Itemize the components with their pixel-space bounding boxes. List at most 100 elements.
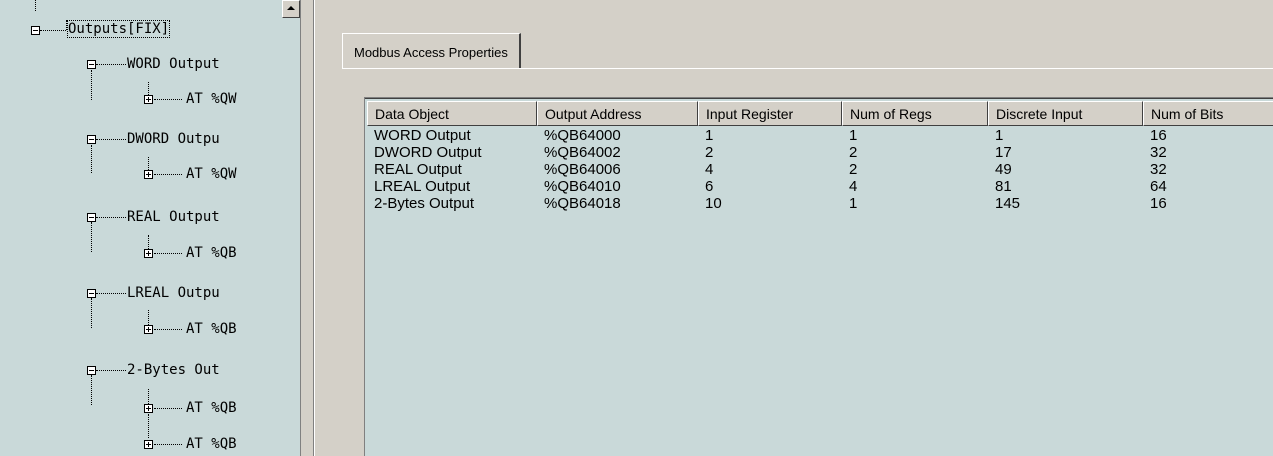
collapse-icon[interactable] [87, 213, 96, 222]
cell-discrete-input: 49 [995, 161, 1012, 178]
tree-connector [96, 293, 126, 294]
tree-node-label: Outputs[FIX] [66, 20, 171, 38]
tree-node-label: AT %QB [186, 436, 237, 452]
collapse-icon[interactable] [87, 60, 96, 69]
tree-connector [96, 139, 126, 140]
tree-node-dword-output[interactable]: DWORD Outpu [127, 127, 220, 151]
tree-scrollbar[interactable] [282, 0, 300, 456]
tree-guide-line [66, 20, 67, 30]
tree-node-at-qb[interactable]: AT %QB [186, 241, 237, 265]
tree-guide-line [148, 82, 149, 95]
tree-guide-line [148, 389, 149, 404]
column-header-discrete-input[interactable]: Discrete Input [988, 101, 1143, 126]
tree-connector [154, 99, 182, 100]
modbus-table[interactable]: Data Object Output Address Input Registe… [364, 97, 1273, 456]
collapse-icon[interactable] [31, 26, 40, 35]
column-header-num-of-bits[interactable]: Num of Bits [1143, 101, 1273, 126]
tree-node-at-qb[interactable]: AT %QB [186, 317, 237, 341]
tree-node-label: AT %QB [186, 400, 237, 416]
cell-data-object: DWORD Output [374, 144, 482, 161]
cell-num-of-regs: 2 [849, 144, 858, 161]
cell-num-of-bits: 32 [1150, 161, 1167, 178]
scroll-up-button[interactable] [282, 0, 300, 18]
cell-num-of-regs: 2 [849, 161, 858, 178]
expand-icon[interactable] [144, 325, 153, 334]
cell-output-address: %QB64010 [544, 178, 621, 195]
tree-node-label: DWORD Outpu [127, 131, 220, 147]
cell-output-address: %QB64006 [544, 161, 621, 178]
tree-connector [154, 444, 182, 445]
tab-label: Modbus Access Properties [354, 45, 508, 60]
tree-guide-line [35, 0, 36, 11]
tree-node-label: LREAL Outpu [127, 285, 220, 301]
tree-node-at-qb[interactable]: AT %QB [186, 432, 237, 456]
cell-input-register: 1 [705, 127, 714, 144]
column-header-input-register[interactable]: Input Register [698, 101, 842, 126]
tree-node-lreal-output[interactable]: LREAL Outpu [127, 281, 220, 305]
tree-node-label: 2-Bytes Out [127, 362, 220, 378]
tree-guide-line [91, 145, 92, 173]
cell-discrete-input: 17 [995, 144, 1012, 161]
tree-guide-line [91, 298, 92, 328]
tree-guide-line [148, 310, 149, 325]
cell-output-address: %QB64002 [544, 144, 621, 161]
tree-connector [96, 217, 126, 218]
tree-guide-line [91, 70, 92, 100]
cell-input-register: 6 [705, 178, 714, 195]
cell-num-of-bits: 16 [1150, 127, 1167, 144]
cell-discrete-input: 145 [995, 195, 1021, 212]
column-header-num-of-regs[interactable]: Num of Regs [842, 101, 988, 126]
tree-connector [154, 174, 182, 175]
tree-guide-line [148, 157, 149, 170]
tree-guide-line [148, 414, 149, 438]
tree-connector [154, 408, 182, 409]
cell-discrete-input: 1 [995, 127, 1004, 144]
tree-node-label: AT %QW [186, 166, 237, 182]
tree-node-at-qb[interactable]: AT %QB [186, 396, 237, 420]
tree-guide-line [91, 222, 92, 252]
tab-modbus-access-properties[interactable]: Modbus Access Properties [342, 33, 521, 69]
cell-num-of-regs: 1 [849, 195, 858, 212]
cell-num-of-bits: 64 [1150, 178, 1167, 195]
tree-node-at-qw[interactable]: AT %QW [186, 162, 237, 186]
cell-num-of-regs: 1 [849, 127, 858, 144]
expand-icon[interactable] [144, 404, 153, 413]
list-border [365, 98, 1273, 99]
cell-data-object: LREAL Output [374, 178, 471, 195]
collapse-icon[interactable] [87, 135, 96, 144]
tree-connector [96, 64, 126, 65]
cell-num-of-regs: 4 [849, 178, 858, 195]
tree-node-real-output[interactable]: REAL Output [127, 205, 220, 229]
tree-guide-line [148, 235, 149, 249]
cell-output-address: %QB64000 [544, 127, 621, 144]
tree-connector [154, 253, 182, 254]
tree-node-label: AT %QW [186, 91, 237, 107]
cell-num-of-bits: 16 [1150, 195, 1167, 212]
tab-body-edge [342, 68, 1273, 69]
tree-node-word-output[interactable]: WORD Output [127, 52, 220, 76]
panel-edge [313, 0, 315, 456]
expand-icon[interactable] [144, 249, 153, 258]
expand-icon[interactable] [144, 170, 153, 179]
tree-node-at-qw[interactable]: AT %QW [186, 87, 237, 111]
collapse-icon[interactable] [87, 289, 96, 298]
collapse-icon[interactable] [87, 366, 96, 375]
expand-icon[interactable] [144, 440, 153, 449]
tree-connector [40, 30, 66, 31]
tree-view[interactable]: Outputs[FIX] WORD Output AT %QW DWORD Ou… [0, 0, 305, 456]
cell-input-register: 2 [705, 144, 714, 161]
tree-guide-line [91, 375, 92, 405]
cell-discrete-input: 81 [995, 178, 1012, 195]
tree-node-outputs[interactable]: Outputs[FIX] [66, 17, 171, 41]
tree-node-2-bytes-output[interactable]: 2-Bytes Out [127, 358, 220, 382]
tree-node-label: AT %QB [186, 245, 237, 261]
column-header-output-address[interactable]: Output Address [537, 101, 698, 126]
expand-icon[interactable] [144, 95, 153, 104]
tree-node-label: AT %QB [186, 321, 237, 337]
arrow-up-icon [287, 6, 295, 10]
cell-input-register: 10 [705, 195, 722, 212]
column-header-data-object[interactable]: Data Object [367, 101, 537, 126]
tree-node-label: REAL Output [127, 209, 220, 225]
cell-data-object: 2-Bytes Output [374, 195, 475, 212]
cell-data-object: REAL Output [374, 161, 462, 178]
